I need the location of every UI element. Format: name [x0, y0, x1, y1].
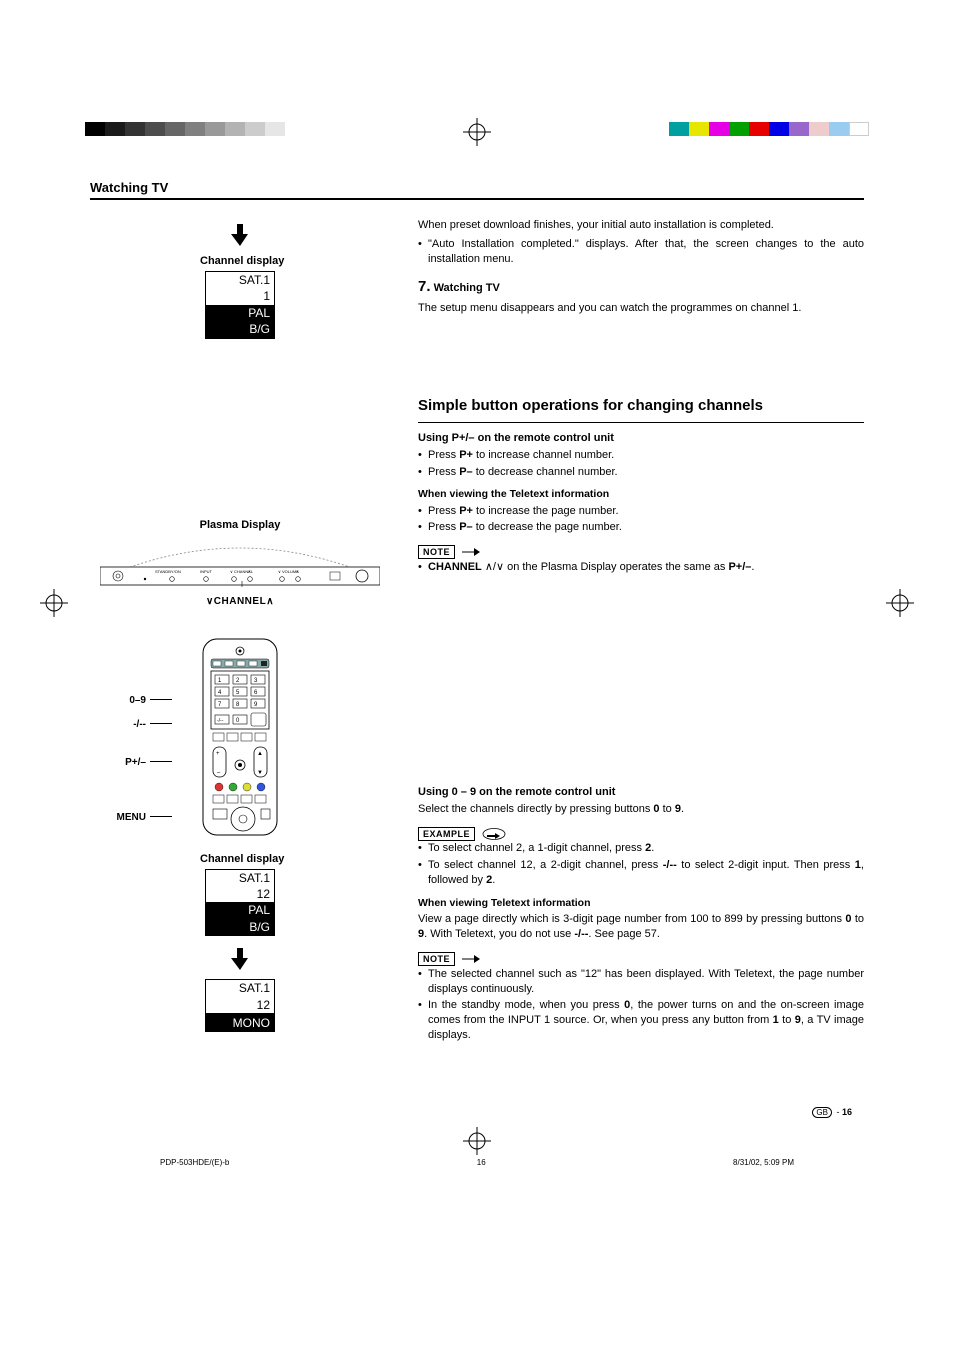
down-arrow-icon-2: [90, 946, 390, 977]
note-label-2: NOTE: [418, 952, 455, 966]
intro-paragraph: When preset download finishes, your init…: [418, 218, 864, 233]
print-signature: 16: [477, 1158, 486, 1167]
plasma-display-diagram: STANDBY/ON INPUT ∨∧ CHANNEL ∨∧ VOLUME: [100, 537, 380, 587]
svg-text:+: +: [216, 751, 220, 757]
note-arrow-icon: [462, 545, 480, 560]
channel-display-label-2: Channel display: [90, 853, 390, 865]
page-footer: GB - 16: [90, 1107, 864, 1118]
note-2-bullet-2: In the standby mode, when you press 0, t…: [418, 998, 864, 1043]
osd3-r2: 12: [206, 997, 274, 1013]
print-timestamp: 8/31/02, 5:09 PM: [733, 1158, 794, 1167]
osd-box-1: SAT.1 1 PAL B/G: [205, 271, 275, 339]
callout-dashes: -/--: [100, 719, 172, 730]
p-increase-channel: Press P+ to increase channel number.: [418, 448, 864, 463]
heading-teletext-2: When viewing Teletext information: [418, 896, 864, 910]
registration-mark-right: [886, 589, 914, 617]
osd2-r4: B/G: [206, 919, 274, 935]
osd3-r1: SAT.1: [206, 980, 274, 996]
channel-display-label-1: Channel display: [90, 255, 390, 267]
svg-text:▼: ▼: [257, 770, 263, 776]
p-increase-page: Press P+ to increase the page number.: [418, 504, 864, 519]
svg-text:CHANNEL: CHANNEL: [234, 569, 254, 574]
heading-simple-button-ops: Simple button operations for changing ch…: [418, 396, 864, 416]
channel-carets-label: ∨CHANNEL∧: [90, 596, 390, 607]
down-caret-icon: ∨: [496, 561, 504, 573]
callout-digits: 0–9: [100, 695, 172, 706]
osd-box-3: SAT.1 12 MONO: [205, 979, 275, 1032]
registration-mark-bottom: [463, 1127, 491, 1155]
note-1-body: CHANNEL ∧/∨ on the Plasma Display operat…: [418, 560, 864, 575]
svg-text:∨: ∨: [278, 569, 281, 574]
step-7-number: 7.: [418, 278, 431, 295]
osd1-r3: PAL: [206, 305, 274, 321]
remote-control-diagram: 123 456 789 -/--0 +– ▲▼: [185, 637, 295, 837]
print-metadata-line: PDP-503HDE/(E)-b 16 8/31/02, 5:09 PM: [90, 1158, 864, 1167]
osd1-r1: SAT.1: [206, 272, 274, 288]
svg-text:VOLUME: VOLUME: [282, 569, 299, 574]
select-channels-body: Select the channels directly by pressing…: [418, 802, 864, 817]
osd2-r1: SAT.1: [206, 870, 274, 886]
down-arrow-icon: [90, 222, 390, 253]
svg-text:-/--: -/--: [217, 718, 224, 724]
step-7-body: The setup menu disappears and you can wa…: [418, 301, 864, 316]
p-decrease-channel: Press P– to decrease channel number.: [418, 465, 864, 480]
note-arrow-icon-2: [462, 952, 480, 967]
example-bullet-1: To select channel 2, a 1-digit channel, …: [418, 841, 864, 856]
p-decrease-page: Press P– to decrease the page number.: [418, 520, 864, 535]
osd1-r4: B/G: [206, 321, 274, 337]
svg-text:INPUT: INPUT: [200, 569, 213, 574]
heading-teletext-1: When viewing the Teletext information: [418, 487, 864, 501]
intro-bullet-1: "Auto Installation completed." displays.…: [418, 237, 864, 267]
example-label: EXAMPLE: [418, 827, 475, 841]
region-badge: GB: [812, 1107, 832, 1118]
title-rule: [90, 198, 864, 200]
up-caret-icon: ∧: [485, 561, 493, 573]
registration-mark-left: [40, 589, 68, 617]
osd3-r4: MONO: [206, 1015, 274, 1031]
step-7-title: Watching TV: [434, 282, 500, 294]
svg-text:STANDBY/ON: STANDBY/ON: [155, 569, 181, 574]
note-label-1: NOTE: [418, 545, 455, 559]
svg-text:∨: ∨: [230, 569, 233, 574]
osd2-r2: 12: [206, 886, 274, 902]
osd1-r2: 1: [206, 288, 274, 304]
heading-using-09: Using 0 – 9 on the remote control unit: [418, 785, 864, 800]
registration-mark-top: [463, 118, 491, 146]
note-2-bullet-1: The selected channel such as "12" has be…: [418, 967, 864, 997]
print-file: PDP-503HDE/(E)-b: [160, 1158, 229, 1167]
example-bullet-2: To select channel 12, a 2-digit channel,…: [418, 858, 864, 888]
osd2-r3: PAL: [206, 902, 274, 918]
pointing-hand-icon: [482, 828, 506, 840]
teletext-2-body: View a page directly which is 3-digit pa…: [418, 912, 864, 942]
svg-text:▲: ▲: [257, 751, 263, 757]
color-bar-color: [669, 122, 869, 136]
plasma-display-title: Plasma Display: [90, 519, 390, 531]
callout-p-plus-minus: P+/–: [90, 757, 172, 768]
heading-using-p: Using P+/– on the remote control unit: [418, 431, 864, 446]
color-bar-grayscale: [85, 122, 285, 136]
callout-menu: MENU: [90, 812, 172, 823]
osd-box-2: SAT.1 12 PAL B/G: [205, 869, 275, 937]
section-title: Watching TV: [90, 180, 864, 195]
